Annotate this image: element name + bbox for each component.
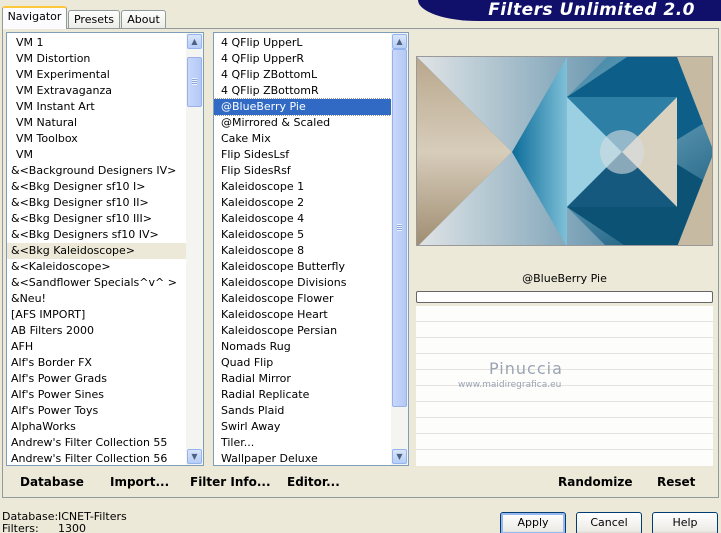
import-link[interactable]: Import... — [110, 475, 169, 489]
filter-list-item[interactable]: Wallpaper Deluxe — [214, 451, 391, 465]
filter-list-item[interactable]: Swirl Away — [214, 419, 391, 435]
parameter-row — [416, 402, 713, 418]
category-list-item[interactable]: &<Bkg Designers sf10 IV> — [7, 227, 186, 243]
editor-link[interactable]: Editor... — [287, 475, 340, 489]
filter-preview-image — [416, 56, 713, 246]
filter-list-item[interactable]: Kaleidoscope Flower — [214, 291, 391, 307]
app-title-banner: Filters Unlimited 2.0 — [418, 0, 721, 21]
filter-list-item[interactable]: Quad Flip — [214, 355, 391, 371]
category-list-item[interactable]: VM Experimental — [7, 67, 186, 83]
parameter-row — [416, 322, 713, 338]
filter-list-item[interactable]: Kaleidoscope 5 — [214, 227, 391, 243]
filter-list-item[interactable]: Radial Mirror — [214, 371, 391, 387]
filter-list-item[interactable]: Flip SidesLsf — [214, 147, 391, 163]
scroll-up-arrow-icon[interactable]: ▲ — [392, 34, 407, 49]
filter-list-item[interactable]: 4 QFlip UpperR — [214, 51, 391, 67]
filter-list-item[interactable]: Flip SidesRsf — [214, 163, 391, 179]
category-list-item[interactable]: VM 1 — [7, 35, 186, 51]
filter-list-item[interactable]: 4 QFlip ZBottomL — [214, 67, 391, 83]
cancel-button[interactable]: Cancel — [576, 512, 642, 533]
filter-list-item[interactable]: 4 QFlip ZBottomR — [214, 83, 391, 99]
randomize-link[interactable]: Randomize — [558, 475, 632, 489]
category-list-item[interactable]: VM — [7, 147, 186, 163]
watermark-name: Pinuccia — [489, 359, 563, 378]
filter-info-link[interactable]: Filter Info... — [190, 475, 271, 489]
help-button[interactable]: Help — [652, 512, 718, 533]
filters-count-value: 1300 — [58, 522, 86, 533]
category-list-item[interactable]: Alf's Power Sines — [7, 387, 186, 403]
parameter-row — [416, 306, 713, 322]
scroll-thumb[interactable] — [187, 57, 202, 107]
selected-filter-caption-area: @BlueBerry Pie — [416, 268, 713, 290]
filter-list-item[interactable]: Kaleidoscope Persian — [214, 323, 391, 339]
left-action-bar: Database Import... Filter Info... Editor… — [6, 470, 409, 494]
filter-list-item[interactable]: @Mirrored & Scaled — [214, 115, 391, 131]
database-info: Database: ICNET-Filters Filters: 1300 — [2, 511, 127, 533]
filter-list-item[interactable]: 4 QFlip UpperL — [214, 35, 391, 51]
kaleidoscope-preview-graphic — [417, 57, 712, 245]
tab-about[interactable]: About — [121, 10, 166, 29]
filter-list[interactable]: 4 QFlip UpperL 4 QFlip UpperR 4 QFlip ZBot… — [213, 32, 409, 466]
watermark-url: www.maidiregrafica.eu — [458, 380, 562, 390]
filter-list-item[interactable]: Kaleidoscope 2 — [214, 195, 391, 211]
filter-items: 4 QFlip UpperL 4 QFlip UpperR 4 QFlip ZBot… — [214, 35, 392, 465]
parameter-row — [416, 354, 713, 370]
category-list-item[interactable]: VM Natural — [7, 115, 186, 131]
category-list[interactable]: VM 1 VM Distortion VM Experimental VM Extra… — [6, 32, 204, 466]
progress-bar — [416, 291, 713, 303]
category-list-item[interactable]: Alf's Power Grads — [7, 371, 186, 387]
category-list-item[interactable]: &Neu! — [7, 291, 186, 307]
category-list-item[interactable]: VM Instant Art — [7, 99, 186, 115]
filter-list-item[interactable]: Nomads Rug — [214, 339, 391, 355]
parameter-row — [416, 338, 713, 354]
category-list-item[interactable]: Andrew's Filter Collection 55 — [7, 435, 186, 451]
filter-list-item[interactable]: Cake Mix — [214, 131, 391, 147]
parameter-row — [416, 418, 713, 434]
filter-list-item[interactable]: Tiler... — [214, 435, 391, 451]
filter-list-item[interactable]: Kaleidoscope 1 — [214, 179, 391, 195]
scroll-down-arrow-icon[interactable]: ▼ — [187, 449, 202, 464]
category-list-item[interactable]: VM Extravaganza — [7, 83, 186, 99]
database-link[interactable]: Database — [20, 475, 84, 489]
filter-list-item[interactable]: @BlueBerry Pie — [214, 98, 392, 116]
category-scrollbar[interactable]: ▲ ▼ — [186, 33, 203, 465]
category-list-item[interactable]: Alf's Border FX — [7, 355, 186, 371]
selected-filter-caption: @BlueBerry Pie — [522, 272, 607, 285]
category-list-item[interactable]: &<Background Designers IV> — [7, 163, 186, 179]
category-list-item[interactable]: VM Distortion — [7, 51, 186, 67]
filter-list-item[interactable]: Kaleidoscope 8 — [214, 243, 391, 259]
scroll-down-arrow-icon[interactable]: ▼ — [392, 449, 407, 464]
tab-navigator[interactable]: Navigator — [2, 6, 67, 29]
category-list-item[interactable]: &<Bkg Designer sf10 I> — [7, 179, 186, 195]
filter-list-item[interactable]: Kaleidoscope 4 — [214, 211, 391, 227]
category-list-item[interactable]: Andrew's Filter Collection 56 — [7, 451, 186, 465]
category-items: VM 1 VM Distortion VM Experimental VM Extra… — [7, 35, 186, 465]
category-list-item[interactable]: &<Bkg Designer sf10 III> — [7, 211, 186, 227]
category-list-item[interactable]: AFH — [7, 339, 186, 355]
category-list-item[interactable]: &<Sandflower Specials^v^ > — [7, 275, 186, 291]
parameter-row — [416, 434, 713, 450]
filter-list-item[interactable]: Kaleidoscope Butterfly — [214, 259, 391, 275]
filter-list-item[interactable]: Kaleidoscope Heart — [214, 307, 391, 323]
tab-presets[interactable]: Presets — [68, 10, 120, 29]
filter-scrollbar[interactable]: ▲ ▼ — [391, 33, 408, 465]
filters-count-label: Filters: — [2, 522, 39, 533]
category-list-item[interactable]: [AFS IMPORT] — [7, 307, 186, 323]
right-action-bar: Randomize Reset — [416, 470, 713, 494]
filter-list-item[interactable]: Kaleidoscope Divisions — [214, 275, 391, 291]
filter-list-item[interactable]: Sands Plaid — [214, 403, 391, 419]
filter-list-item[interactable]: Radial Replicate — [214, 387, 391, 403]
scroll-up-arrow-icon[interactable]: ▲ — [187, 34, 202, 49]
category-list-item[interactable]: &<Bkg Kaleidoscope> — [7, 243, 186, 259]
category-list-item[interactable]: Alf's Power Toys — [7, 403, 186, 419]
category-list-item[interactable]: VM Toolbox — [7, 131, 186, 147]
category-list-item[interactable]: &<Bkg Designer sf10 II> — [7, 195, 186, 211]
category-list-item[interactable]: &<Kaleidoscope> — [7, 259, 186, 275]
scroll-thumb[interactable] — [392, 49, 407, 407]
category-list-item[interactable]: AlphaWorks — [7, 419, 186, 435]
reset-link[interactable]: Reset — [657, 475, 695, 489]
apply-button[interactable]: Apply — [500, 512, 566, 533]
category-list-item[interactable]: AB Filters 2000 — [7, 323, 186, 339]
